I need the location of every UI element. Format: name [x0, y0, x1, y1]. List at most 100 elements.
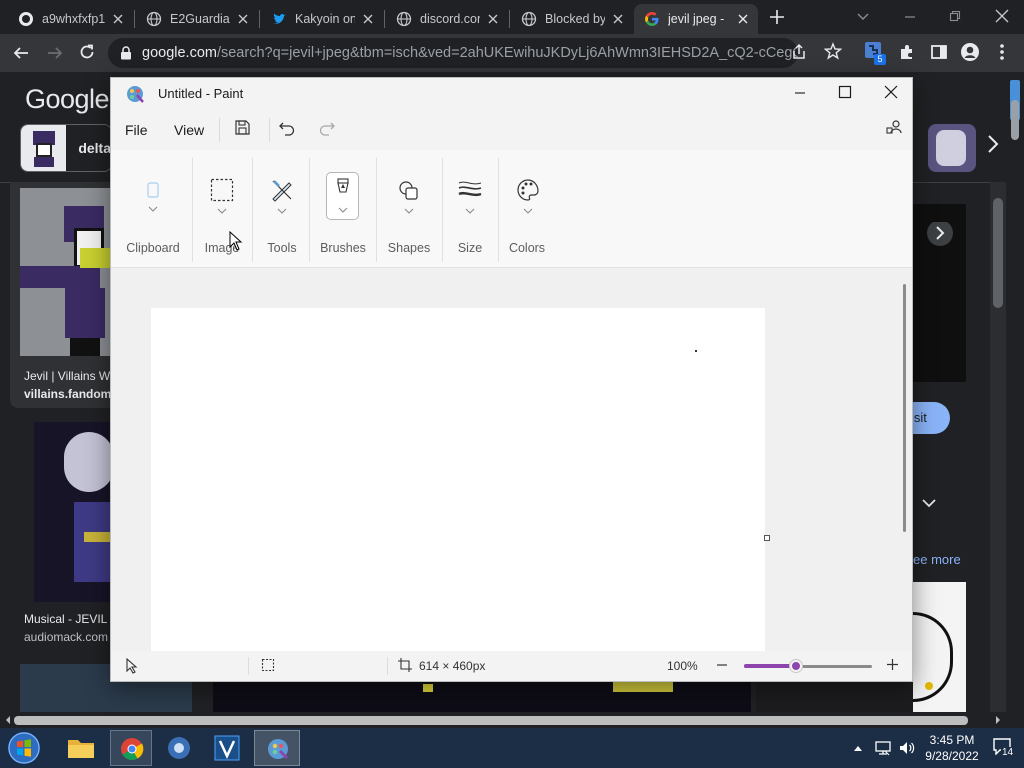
address-bar[interactable]: google.com/search?q=jevil+jpeg&tbm=isch&… — [108, 38, 798, 68]
close-tab-icon[interactable] — [736, 12, 750, 26]
image-result-card[interactable]: Jevil | Villains W villains.fandom.c — [10, 182, 121, 408]
close-window-icon[interactable] — [994, 8, 1010, 24]
globe-icon — [146, 11, 162, 27]
browser-toolbar: google.com/search?q=jevil+jpeg&tbm=isch&… — [0, 34, 1024, 72]
google-icon — [644, 11, 660, 27]
new-tab-button[interactable] — [768, 8, 786, 26]
circle-icon — [18, 11, 34, 27]
file-menu[interactable]: File — [125, 122, 148, 138]
file-explorer-icon[interactable] — [62, 732, 100, 764]
ribbon-group-clipboard[interactable]: Clipboard — [117, 150, 189, 268]
browser-tab[interactable]: E2Guardian — [136, 4, 258, 34]
restore-icon[interactable] — [948, 9, 962, 23]
drawing-canvas[interactable] — [151, 308, 765, 651]
chevron-down-icon[interactable] — [922, 498, 936, 508]
share-people-icon[interactable] — [885, 119, 903, 137]
browser-tab-strip: a9whxfxfp1 E2Guardian Kakyoin on discord… — [0, 0, 1024, 34]
ribbon-group-brushes[interactable]: Brushes — [313, 150, 373, 268]
minimize-icon[interactable] — [793, 86, 807, 100]
forward-icon[interactable] — [46, 44, 64, 62]
action-center-icon[interactable]: 14 — [992, 737, 1018, 761]
paint-title-bar[interactable]: Untitled - Paint — [111, 78, 912, 110]
close-tab-icon[interactable] — [611, 12, 625, 26]
start-button[interactable] — [6, 730, 42, 766]
save-icon[interactable] — [234, 119, 251, 136]
menu-kebab-icon[interactable] — [998, 43, 1006, 61]
redo-icon[interactable] — [318, 119, 336, 137]
close-tab-icon[interactable] — [486, 12, 500, 26]
close-icon[interactable] — [883, 84, 899, 100]
chevron-down-icon[interactable] — [217, 208, 227, 214]
brush-tool-selected[interactable] — [326, 172, 359, 220]
browser-tab[interactable]: Kakyoin on — [261, 4, 383, 34]
ribbon-group-shapes[interactable]: Shapes — [379, 150, 439, 268]
chevron-down-icon[interactable] — [404, 208, 414, 214]
minimize-icon[interactable] — [903, 10, 917, 24]
extensions-puzzle-icon[interactable] — [898, 43, 916, 61]
undo-icon[interactable] — [278, 119, 296, 137]
share-icon[interactable] — [790, 43, 808, 61]
see-more-link[interactable]: ee more — [913, 552, 961, 567]
reload-icon[interactable] — [78, 43, 96, 61]
result-image[interactable] — [213, 680, 751, 712]
zoom-slider-thumb[interactable] — [790, 660, 802, 672]
window-scrollbar[interactable] — [1006, 72, 1024, 712]
chevron-down-icon[interactable] — [465, 208, 475, 214]
paint-title: Untitled - Paint — [158, 86, 244, 101]
browser-tab[interactable]: a9whxfxfp1 — [8, 4, 133, 34]
close-tab-icon[interactable] — [361, 12, 375, 26]
maximize-icon[interactable] — [838, 85, 852, 99]
ribbon-group-colors[interactable]: Colors — [501, 150, 553, 268]
paintbrush-icon — [335, 178, 351, 198]
notification-count: 14 — [1001, 747, 1015, 759]
canvas-resize-handle[interactable] — [764, 535, 770, 541]
extension-icon[interactable]: 5 — [864, 41, 886, 65]
tools-pencil-icon — [270, 178, 294, 202]
canvas-scrollbar[interactable] — [903, 284, 906, 532]
canvas-size-icon — [398, 658, 412, 672]
browser-tab-active[interactable]: jevil jpeg - — [634, 4, 758, 34]
side-panel-icon[interactable] — [930, 43, 948, 61]
horizontal-scrollbar[interactable] — [0, 712, 1006, 728]
zoom-out-icon[interactable] — [716, 659, 728, 671]
clock[interactable]: 3:45 PM 9/28/2022 — [920, 732, 984, 764]
profile-avatar-icon[interactable] — [960, 42, 980, 62]
zoom-in-icon[interactable] — [886, 658, 899, 671]
chevron-down-icon[interactable] — [148, 206, 158, 212]
windows-taskbar: 3:45 PM 9/28/2022 14 — [0, 728, 1024, 768]
size-lines-icon — [458, 180, 482, 198]
chevron-down-icon[interactable] — [338, 207, 348, 213]
result-image — [20, 188, 115, 356]
volume-icon[interactable] — [898, 739, 916, 757]
chip-thumbnail[interactable] — [928, 124, 976, 172]
network-icon[interactable] — [874, 739, 892, 757]
result-image[interactable] — [34, 422, 112, 602]
back-icon[interactable] — [12, 44, 30, 62]
browser-tab[interactable]: Blocked by — [511, 4, 633, 34]
browser-taskbar-icon[interactable] — [158, 730, 200, 766]
paint-app-icon — [125, 84, 145, 104]
zoom-slider[interactable] — [744, 659, 872, 673]
chevron-down-icon[interactable] — [523, 208, 533, 214]
view-menu[interactable]: View — [174, 122, 204, 138]
ribbon-group-tools[interactable]: Tools — [255, 150, 309, 268]
close-tab-icon[interactable] — [236, 12, 250, 26]
related-search-chip[interactable]: delta — [20, 124, 112, 172]
twitter-icon — [271, 11, 287, 27]
chevron-right-icon[interactable] — [913, 222, 967, 262]
paint-taskbar-icon[interactable] — [254, 730, 300, 766]
bookmark-star-icon[interactable] — [824, 42, 842, 60]
page-scrollbar[interactable] — [990, 182, 1006, 712]
v-app-taskbar-icon[interactable] — [206, 730, 248, 766]
chevron-right-icon[interactable] — [986, 134, 1000, 154]
browser-tab[interactable]: discord.con — [386, 4, 508, 34]
chevron-down-icon[interactable] — [277, 208, 287, 214]
close-tab-icon[interactable] — [111, 12, 125, 26]
chrome-taskbar-icon[interactable] — [110, 730, 152, 766]
show-hidden-icons[interactable] — [853, 744, 863, 752]
lock-icon[interactable] — [120, 46, 132, 60]
selection-size-icon — [261, 658, 275, 672]
shapes-icon — [398, 180, 420, 202]
ribbon-group-size[interactable]: Size — [445, 150, 495, 268]
tab-search-icon[interactable] — [856, 10, 870, 24]
